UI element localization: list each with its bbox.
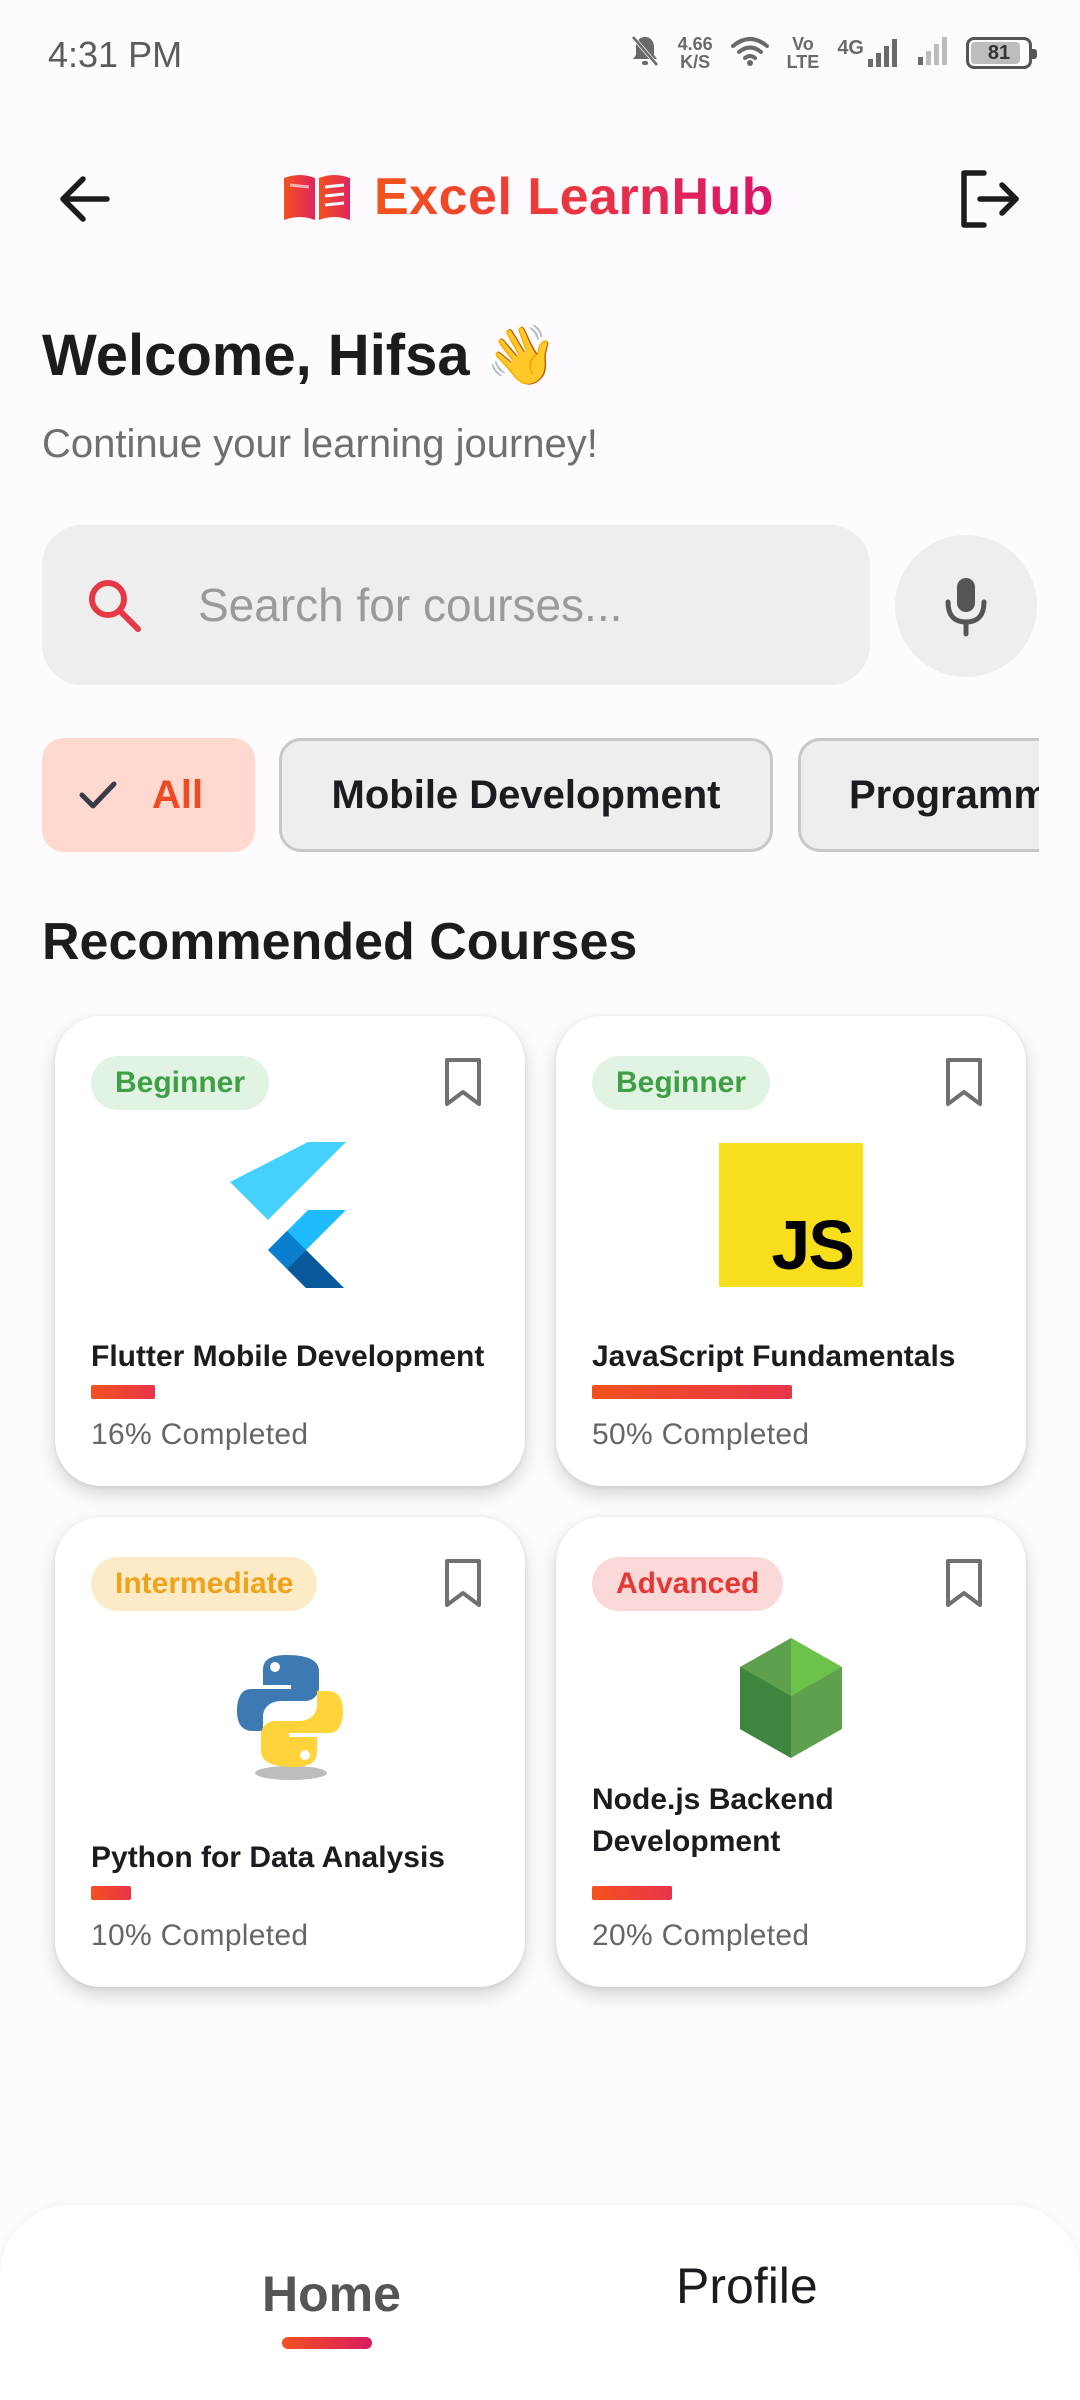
progress-bar: [592, 1385, 792, 1399]
bookmark-icon[interactable]: [942, 1056, 986, 1108]
level-badge: Advanced: [592, 1557, 784, 1611]
logout-button[interactable]: [950, 164, 1030, 234]
category-filter-chips: All Mobile Development Programming: [42, 738, 1039, 852]
volte-indicator: Vo LTE: [786, 34, 820, 72]
chip-programming[interactable]: Programming: [798, 738, 1039, 852]
nodejs-logo: [718, 1625, 864, 1771]
cell-signal-2-icon: [916, 35, 948, 72]
course-title: JavaScript Fundamentals: [592, 1340, 956, 1373]
flutter-logo: [217, 1142, 363, 1288]
search-icon: [89, 580, 141, 632]
chip-label: Programming: [849, 772, 1039, 817]
progress-text: 50% Completed: [592, 1418, 810, 1451]
cell-signal-icon: 4G: [837, 37, 898, 69]
level-badge: Beginner: [592, 1056, 771, 1110]
progress-text: 20% Completed: [592, 1919, 810, 1952]
active-tab-indicator: [282, 2337, 372, 2349]
search-input[interactable]: [198, 565, 838, 645]
progress-text: 16% Completed: [91, 1418, 309, 1451]
course-title: Flutter Mobile Development: [91, 1340, 485, 1373]
wifi-icon: [730, 36, 769, 71]
welcome-title: Welcome, Hifsa 👋: [42, 323, 558, 388]
level-badge: Intermediate: [91, 1557, 318, 1611]
chip-label: All: [152, 772, 204, 817]
progress-bar: [91, 1385, 155, 1399]
course-title: Python for Data Analysis: [91, 1841, 445, 1874]
nav-home[interactable]: Home: [262, 2265, 401, 2323]
python-logo: [217, 1643, 363, 1789]
app-title: Excel LearnHub: [374, 168, 775, 226]
search-bar[interactable]: [42, 525, 870, 685]
bookmark-icon[interactable]: [942, 1557, 986, 1609]
bottom-navigation: Home Profile: [0, 2205, 1080, 2400]
course-card[interactable]: Beginner JS JavaScript Fundamentals 50% …: [556, 1016, 1026, 1486]
recommended-courses-title: Recommended Courses: [42, 913, 638, 971]
welcome-subtitle: Continue your learning journey!: [42, 422, 598, 466]
back-button[interactable]: [50, 164, 120, 234]
progress-text: 10% Completed: [91, 1919, 309, 1952]
voice-search-button[interactable]: [895, 535, 1037, 677]
app-brand: Excel LearnHub: [282, 162, 774, 232]
check-icon: [78, 779, 118, 811]
course-card[interactable]: Intermediate Python for Data Analysis 10…: [55, 1517, 525, 1987]
home-screen: 4:31 PM 4.66 K/S Vo LTE 4G 81 Excel Lear…: [0, 0, 1080, 2400]
app-bar: Excel LearnHub: [0, 140, 1080, 250]
course-card[interactable]: Advanced Node.js Backend Development 20%…: [556, 1517, 1026, 1987]
chip-all[interactable]: All: [42, 738, 255, 852]
status-bar: 4:31 PM 4.66 K/S Vo LTE 4G 81: [0, 0, 1080, 110]
status-icons: 4.66 K/S Vo LTE 4G 81: [630, 28, 1037, 78]
bookmark-icon[interactable]: [441, 1557, 485, 1609]
chip-mobile-development[interactable]: Mobile Development: [279, 738, 773, 852]
progress-bar: [91, 1886, 131, 1900]
nav-profile[interactable]: Profile: [676, 2257, 818, 2315]
network-speed: 4.66 K/S: [677, 34, 713, 72]
level-badge: Beginner: [91, 1056, 270, 1110]
status-time: 4:31 PM: [48, 34, 183, 75]
course-card[interactable]: Beginner Flutter Mobile Development 16% …: [55, 1016, 525, 1486]
bookmark-icon[interactable]: [441, 1056, 485, 1108]
arrow-left-icon: [60, 176, 110, 222]
open-book-icon: [284, 175, 350, 220]
javascript-logo: JS: [718, 1142, 864, 1288]
battery-icon: 81: [966, 37, 1037, 69]
mute-bell-icon: [630, 34, 660, 73]
chip-label: Mobile Development: [331, 772, 721, 817]
progress-bar: [592, 1886, 672, 1900]
course-title: Node.js Backend Development: [592, 1783, 834, 1858]
microphone-icon: [945, 578, 987, 637]
logout-icon: [961, 170, 1019, 228]
